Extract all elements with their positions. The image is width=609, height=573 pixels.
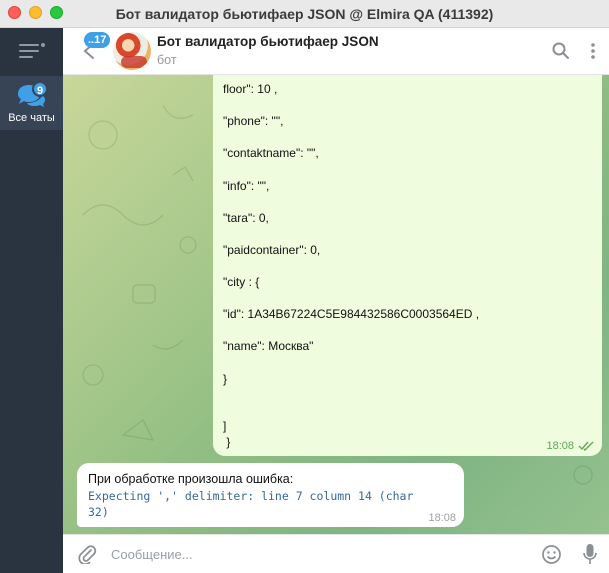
incoming-message[interactable]: При обработке произошла ошибка: Expectin…	[77, 463, 464, 527]
error-title: При обработке произошла ошибка:	[88, 472, 294, 486]
message-time: 18:08	[428, 512, 456, 524]
chat-status: бот	[157, 53, 177, 67]
zoom-window-button[interactable]	[50, 6, 63, 19]
message-history[interactable]: floor": 10 , "phone": "", "contaktname":…	[63, 75, 609, 534]
back-badge-count: 17	[94, 34, 107, 46]
composer	[63, 534, 609, 573]
search-icon[interactable]	[551, 41, 571, 61]
message-line: }	[223, 372, 228, 386]
message-line: "name": Москва"	[223, 339, 314, 353]
message-line: }	[223, 435, 231, 449]
message-input[interactable]	[111, 543, 521, 565]
microphone-icon[interactable]	[583, 543, 597, 566]
attach-icon[interactable]	[77, 544, 97, 564]
emoji-icon[interactable]	[541, 544, 562, 565]
folder-unread-badge: 9	[32, 81, 49, 97]
window-controls	[8, 6, 63, 19]
more-vertical-icon[interactable]	[583, 41, 603, 61]
message-line: "id": 1A34B67224C5E984432586C0003564ED ,	[223, 307, 480, 321]
avatar[interactable]	[113, 32, 151, 70]
double-check-icon	[578, 441, 594, 451]
outgoing-message[interactable]: floor": 10 , "phone": "", "contaktname":…	[213, 75, 602, 456]
message-time: 18:08	[546, 440, 574, 452]
message-line: floor": 10 ,	[223, 82, 278, 96]
chat-header: ..17 Бот валидатор бьютифаер JSON бот	[63, 28, 609, 75]
message-line: "city : {	[223, 275, 260, 289]
unread-count-badge[interactable]: ..17	[84, 32, 111, 48]
minimize-window-button[interactable]	[29, 6, 42, 19]
chat-name[interactable]: Бот валидатор бьютифаер JSON	[157, 34, 379, 49]
folders-sidebar: 9 Все чаты	[0, 28, 63, 573]
window-title: Бот валидатор бьютифаер JSON @ Elmira QA…	[115, 5, 494, 22]
message-line: "tara": 0,	[223, 211, 269, 225]
close-window-button[interactable]	[8, 6, 21, 19]
folder-label: Все чаты	[8, 112, 55, 124]
telegram-window: Бот валидатор бьютифаер JSON @ Elmira QA…	[0, 0, 609, 573]
message-line: "paidcontainer": 0,	[223, 243, 321, 257]
folder-all-chats[interactable]: 9 Все чаты	[0, 76, 63, 130]
title-bar: Бот валидатор бьютифаер JSON @ Elmira QA…	[0, 0, 609, 28]
menu-icon[interactable]	[19, 42, 45, 60]
message-line: "phone": "",	[223, 114, 284, 128]
error-code: Expecting ',' delimiter: line 7 column 1…	[88, 489, 414, 519]
message-line: ]	[223, 419, 227, 433]
message-line: "contaktname": "",	[223, 146, 319, 160]
message-line: "info": "",	[223, 179, 270, 193]
